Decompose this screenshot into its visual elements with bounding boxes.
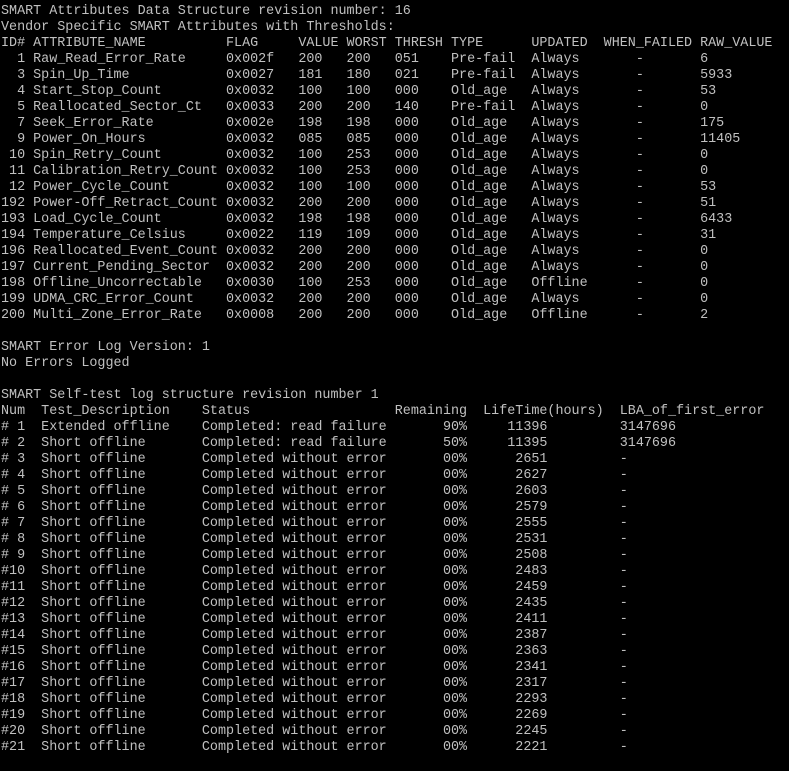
selftest-row: #13 Short offline Completed without erro… [1, 612, 628, 627]
attribute-row: 3 Spin_Up_Time 0x0027 181 180 021 Pre-fa… [1, 68, 733, 83]
selftest-row: # 2 Short offline Completed: read failur… [1, 436, 676, 451]
attribute-row: 9 Power_On_Hours 0x0032 085 085 000 Old_… [1, 132, 741, 147]
attribute-row: 10 Spin_Retry_Count 0x0032 100 253 000 O… [1, 148, 709, 163]
attribute-row: 197 Current_Pending_Sector 0x0032 200 20… [1, 260, 709, 275]
attributes-column-header: ID# ATTRIBUTE_NAME FLAG VALUE WORST THRE… [1, 36, 773, 51]
selftest-row: # 4 Short offline Completed without erro… [1, 468, 628, 483]
attribute-row: 4 Start_Stop_Count 0x0032 100 100 000 Ol… [1, 84, 717, 99]
attribute-row: 11 Calibration_Retry_Count 0x0032 100 25… [1, 164, 709, 179]
selftest-column-header: Num Test_Description Status Remaining Li… [1, 404, 765, 419]
attribute-row: 193 Load_Cycle_Count 0x0032 198 198 000 … [1, 212, 733, 227]
selftest-row: # 3 Short offline Completed without erro… [1, 452, 628, 467]
terminal-output[interactable]: SMART Attributes Data Structure revision… [0, 0, 789, 771]
selftest-row: # 6 Short offline Completed without erro… [1, 500, 628, 515]
selftest-revision-line: SMART Self-test log structure revision n… [1, 388, 379, 403]
selftest-row: #16 Short offline Completed without erro… [1, 660, 628, 675]
attribute-row: 199 UDMA_CRC_Error_Count 0x0032 200 200 … [1, 292, 709, 307]
selftest-row: # 9 Short offline Completed without erro… [1, 548, 628, 563]
selftest-row: #14 Short offline Completed without erro… [1, 628, 628, 643]
attribute-row: 194 Temperature_Celsius 0x0022 119 109 0… [1, 228, 717, 243]
selftest-row: #17 Short offline Completed without erro… [1, 676, 628, 691]
selftest-row: #21 Short offline Completed without erro… [1, 740, 628, 755]
selftest-row: #19 Short offline Completed without erro… [1, 708, 628, 723]
selftest-row: #18 Short offline Completed without erro… [1, 692, 628, 707]
error-log-status-line: No Errors Logged [1, 356, 130, 371]
attribute-row: 200 Multi_Zone_Error_Rate 0x0008 200 200… [1, 308, 709, 323]
error-log-version-line: SMART Error Log Version: 1 [1, 340, 210, 355]
attributes-revision-line: SMART Attributes Data Structure revision… [1, 4, 411, 19]
attribute-row: 192 Power-Off_Retract_Count 0x0032 200 2… [1, 196, 717, 211]
selftest-row: #12 Short offline Completed without erro… [1, 596, 628, 611]
attribute-row: 1 Raw_Read_Error_Rate 0x002f 200 200 051… [1, 52, 709, 67]
selftest-row: #10 Short offline Completed without erro… [1, 564, 628, 579]
selftest-row: #15 Short offline Completed without erro… [1, 644, 628, 659]
selftest-row: #11 Short offline Completed without erro… [1, 580, 628, 595]
attribute-row: 196 Reallocated_Event_Count 0x0032 200 2… [1, 244, 709, 259]
selftest-row: # 7 Short offline Completed without erro… [1, 516, 628, 531]
selftest-row: # 1 Extended offline Completed: read fai… [1, 420, 676, 435]
selftest-row: #20 Short offline Completed without erro… [1, 724, 628, 739]
selftest-row: # 8 Short offline Completed without erro… [1, 532, 628, 547]
attribute-row: 7 Seek_Error_Rate 0x002e 198 198 000 Old… [1, 116, 725, 131]
attribute-row: 198 Offline_Uncorrectable 0x0030 100 253… [1, 276, 709, 291]
attributes-vendor-line: Vendor Specific SMART Attributes with Th… [1, 20, 395, 35]
selftest-table: # 1 Extended offline Completed: read fai… [1, 420, 789, 756]
attribute-row: 12 Power_Cycle_Count 0x0032 100 100 000 … [1, 180, 717, 195]
attribute-row: 5 Reallocated_Sector_Ct 0x0033 200 200 1… [1, 100, 709, 115]
selftest-row: # 5 Short offline Completed without erro… [1, 484, 628, 499]
attributes-table: 1 Raw_Read_Error_Rate 0x002f 200 200 051… [1, 52, 789, 324]
